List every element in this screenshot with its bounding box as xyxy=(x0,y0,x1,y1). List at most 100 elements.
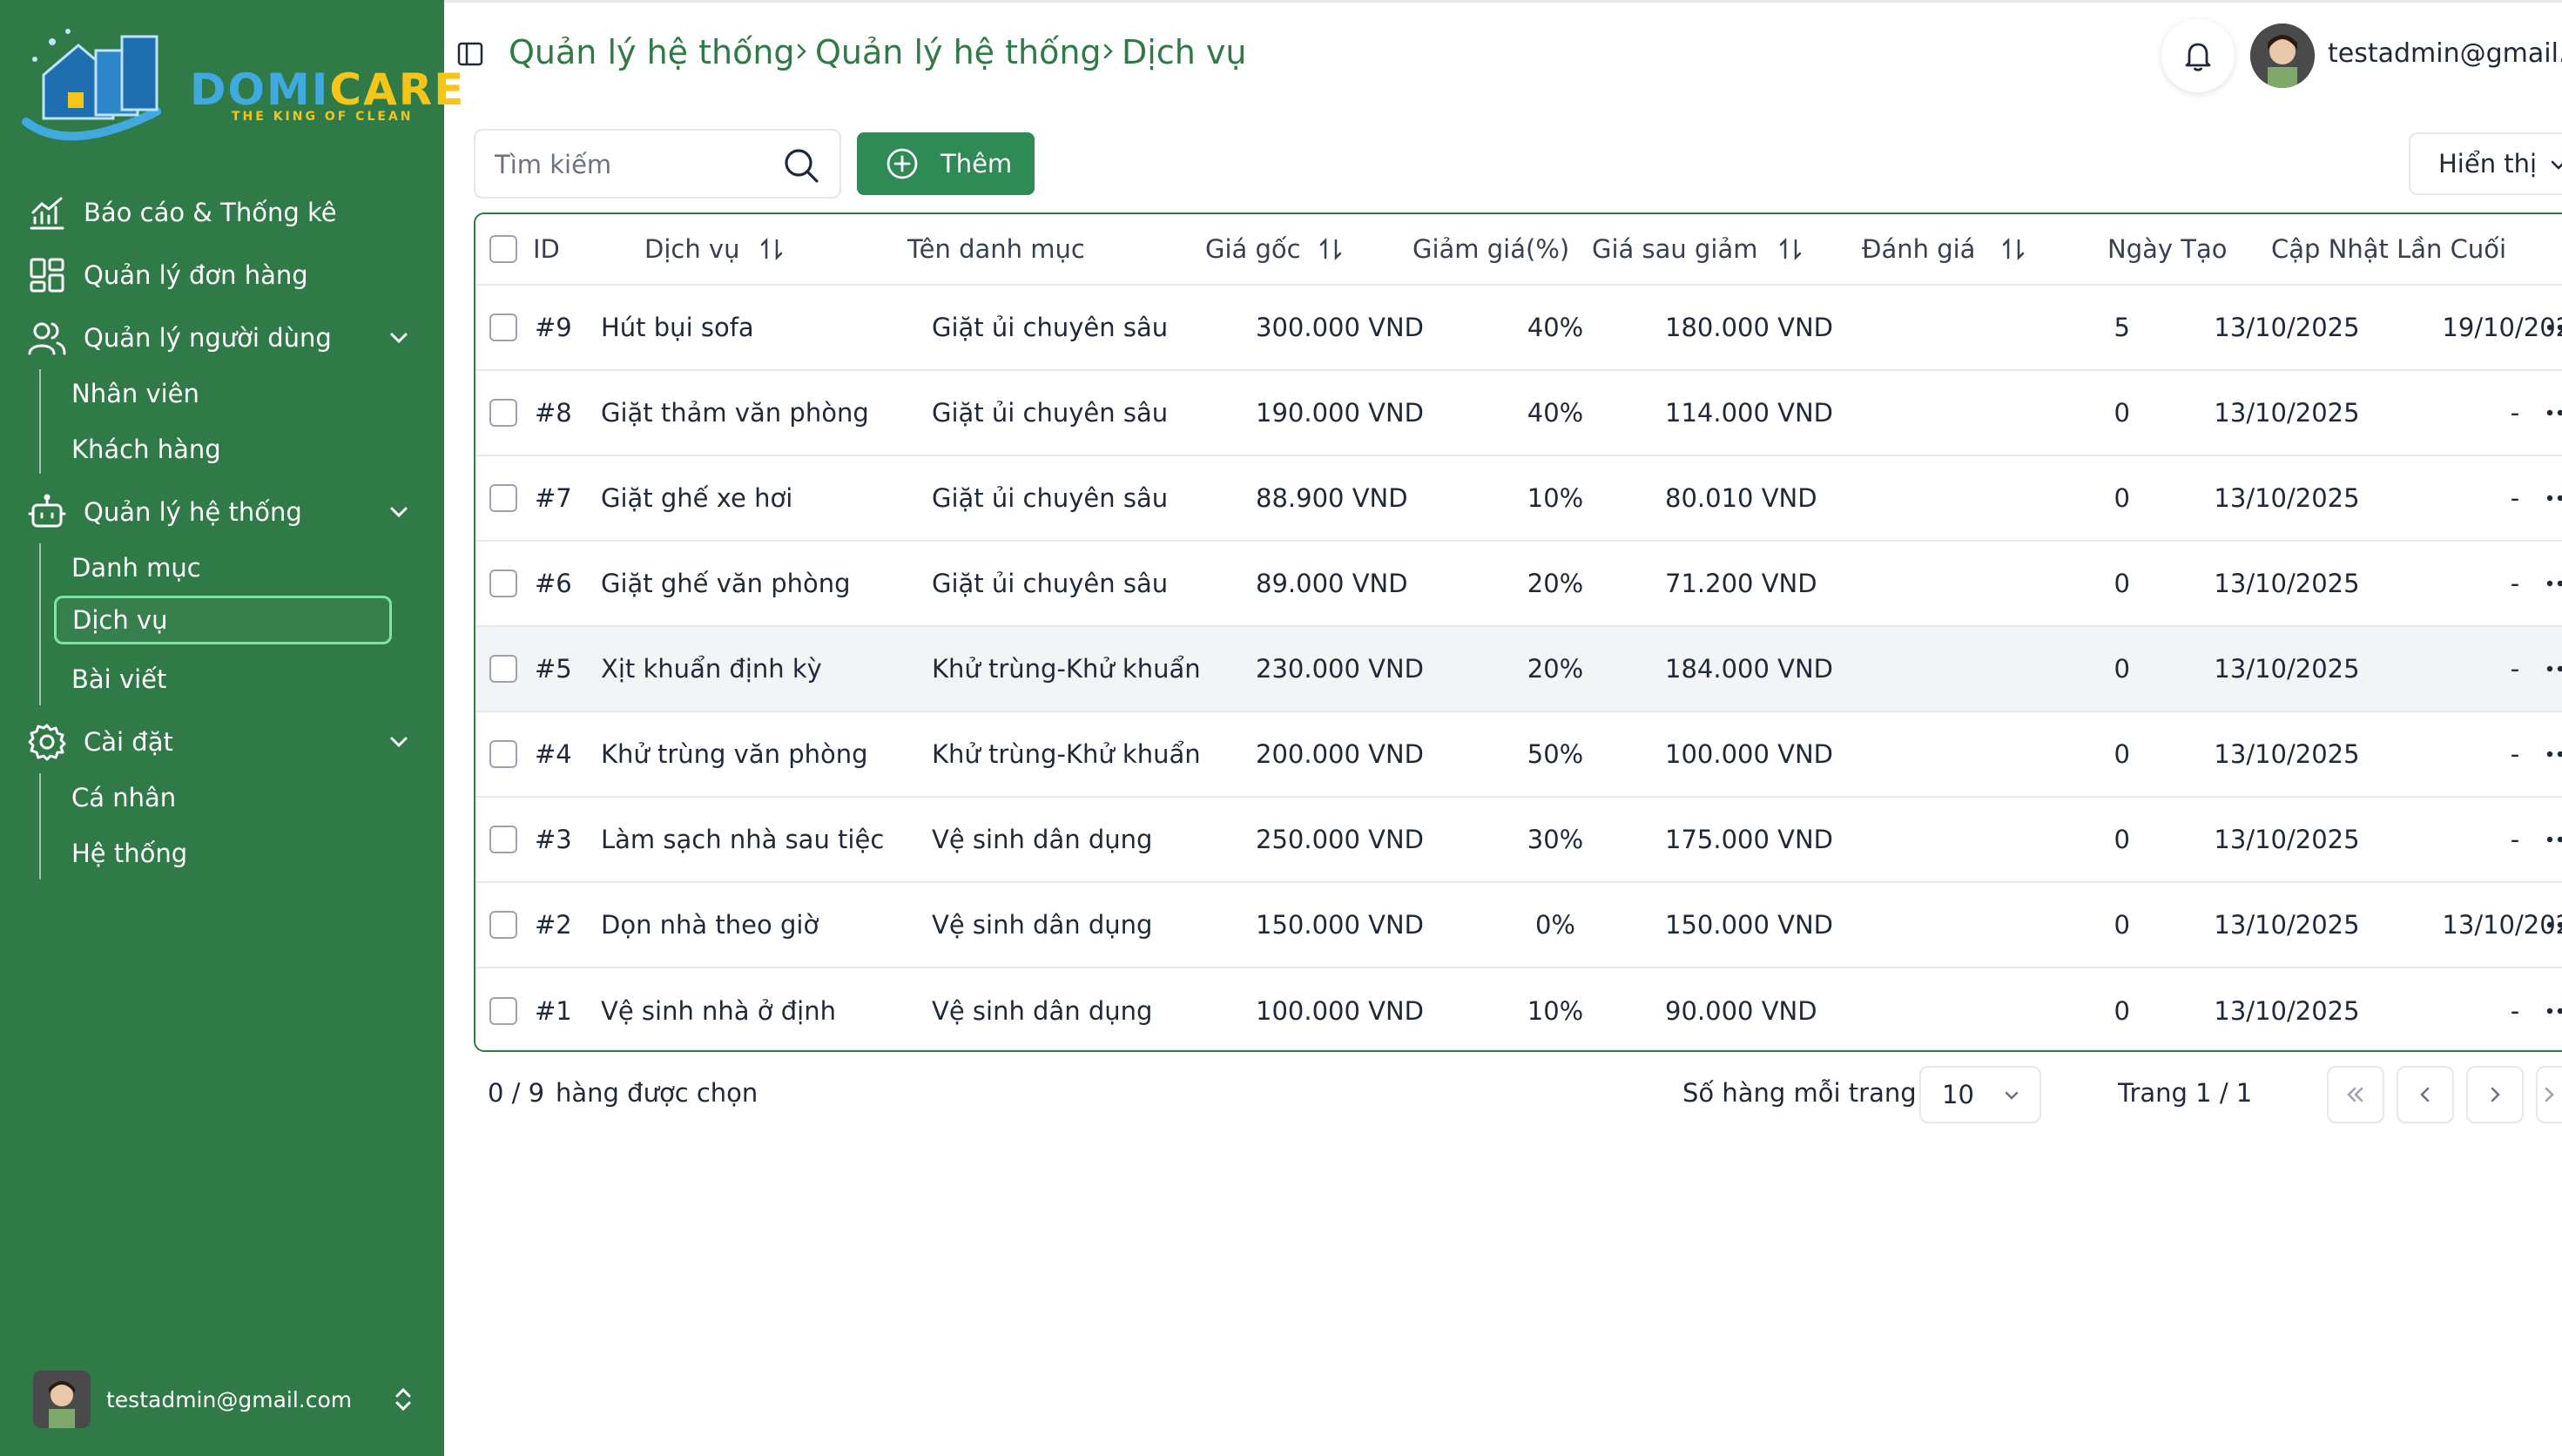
row-original-price: 250.000 VND xyxy=(1256,825,1425,854)
more-icon[interactable] xyxy=(2545,749,2562,759)
row-updated-date: 13/10/2025 xyxy=(2442,910,2562,940)
row-checkbox[interactable] xyxy=(489,570,517,597)
sidebar-toggle-icon[interactable] xyxy=(456,40,484,68)
row-checkbox[interactable] xyxy=(489,911,517,939)
sidebar-user[interactable]: testadmin@gmail.com xyxy=(33,1371,425,1428)
page-indicator: Trang 1 / 1 xyxy=(2118,1078,2253,1108)
row-original-price: 89.000 VND xyxy=(1256,569,1408,598)
column-header-updated: Cập Nhật Lần Cuối xyxy=(2271,234,2507,264)
brand-logo[interactable]: DOMICARE THE KING OF CLEAN xyxy=(17,24,463,155)
column-header-original-price[interactable]: Giá gốc xyxy=(1205,234,1301,264)
prev-page-button[interactable] xyxy=(2397,1066,2454,1123)
nav-system-label: Quản lý hệ thống xyxy=(84,497,302,527)
users-icon xyxy=(28,322,66,355)
row-category: Giặt ủi chuyên sâu xyxy=(932,313,1169,342)
nav-users[interactable]: Quản lý người dùng xyxy=(28,312,411,364)
row-checkbox[interactable] xyxy=(489,826,517,853)
column-header-service[interactable]: Dịch vụ xyxy=(644,234,739,264)
sort-icon[interactable] xyxy=(758,235,785,263)
last-page-button[interactable] xyxy=(2536,1066,2562,1123)
chevrons-up-down-icon[interactable] xyxy=(388,1385,418,1414)
column-header-discount: Giảm giá(%) xyxy=(1412,234,1570,264)
sort-icon[interactable] xyxy=(1777,235,1804,263)
table-row[interactable]: #8 Giặt thảm văn phòng Giặt ủi chuyên sâu 1… xyxy=(475,371,2562,456)
row-checkbox[interactable] xyxy=(489,399,517,427)
nav-orders[interactable]: Quản lý đơn hàng xyxy=(28,249,308,301)
row-final-price: 180.000 VND xyxy=(1665,313,1834,342)
column-header-rating[interactable]: Đánh giá xyxy=(1862,234,1975,264)
add-button-label: Thêm xyxy=(941,149,1013,179)
nav-articles[interactable]: Bài viết xyxy=(71,655,166,704)
row-checkbox[interactable] xyxy=(489,997,517,1025)
row-discount: 40% xyxy=(1527,313,1584,342)
avatar[interactable] xyxy=(2250,24,2315,88)
table-row[interactable]: #4 Khử trùng văn phòng Khử trùng-Khử khuẩn… xyxy=(475,712,2562,798)
row-final-price: 114.000 VND xyxy=(1665,398,1834,428)
rows-per-page-select[interactable]: 10 xyxy=(1919,1066,2041,1123)
table-row[interactable]: #2 Dọn nhà theo giờ Vệ sinh dân dụng 150.00… xyxy=(475,883,2562,968)
table-row[interactable]: #3 Làm sạch nhà sau tiệc Vệ sinh dân dụng 2… xyxy=(475,798,2562,883)
more-icon[interactable] xyxy=(2545,493,2562,503)
select-all-checkbox[interactable] xyxy=(489,235,517,263)
sort-icon[interactable] xyxy=(1317,235,1345,263)
nav-categories[interactable]: Danh mục xyxy=(71,543,201,592)
search-input[interactable] xyxy=(495,146,773,183)
search-box xyxy=(474,129,841,199)
grid-icon xyxy=(30,258,64,293)
more-icon[interactable] xyxy=(2545,920,2562,930)
row-discount: 40% xyxy=(1527,398,1584,428)
row-service-name: Khử trùng văn phòng xyxy=(601,739,868,769)
row-created-date: 13/10/2025 xyxy=(2214,739,2360,769)
row-id: #6 xyxy=(535,569,572,598)
more-icon[interactable] xyxy=(2545,408,2562,418)
row-service-name: Giặt thảm văn phòng xyxy=(601,398,869,428)
add-button[interactable]: Thêm xyxy=(857,132,1035,195)
nav-reports[interactable]: Báo cáo & Thống kê xyxy=(28,186,337,239)
display-columns-button[interactable]: Hiển thị xyxy=(2409,132,2562,195)
nav-employees[interactable]: Nhân viên xyxy=(71,369,199,418)
row-created-date: 13/10/2025 xyxy=(2214,313,2360,342)
next-page-button[interactable] xyxy=(2466,1066,2524,1123)
chevron-right-icon xyxy=(797,44,806,59)
gear-icon xyxy=(28,724,66,761)
column-header-final-price[interactable]: Giá sau giảm xyxy=(1592,234,1757,264)
bell-icon xyxy=(2185,43,2211,71)
nav-services[interactable]: Dịch vụ xyxy=(54,596,392,644)
nav-system[interactable]: Quản lý hệ thống xyxy=(28,486,411,538)
nav-settings-label: Cài đặt xyxy=(84,727,173,757)
row-category: Khử trùng-Khử khuẩn xyxy=(932,739,1201,769)
row-checkbox[interactable] xyxy=(489,313,517,341)
first-page-button[interactable] xyxy=(2327,1066,2384,1123)
more-icon[interactable] xyxy=(2545,322,2562,333)
row-created-date: 13/10/2025 xyxy=(2214,910,2360,940)
house-logo-icon xyxy=(22,29,161,141)
search-icon[interactable] xyxy=(782,146,820,185)
submenu-line xyxy=(39,369,41,474)
header-user-email[interactable]: testadmin@gmail.com xyxy=(2328,38,2562,69)
table-row[interactable]: #7 Giặt ghế xe hơi Giặt ủi chuyên sâu 88.90… xyxy=(475,456,2562,542)
chevron-down-icon[interactable] xyxy=(385,728,413,756)
more-icon[interactable] xyxy=(2545,1006,2562,1016)
nav-system-settings[interactable]: Hệ thống xyxy=(71,829,187,878)
rows-per-page-value: 10 xyxy=(1942,1080,1974,1109)
table-row[interactable]: #6 Giặt ghế văn phòng Giặt ủi chuyên sâu 89… xyxy=(475,542,2562,627)
row-checkbox[interactable] xyxy=(489,740,517,768)
table-row[interactable]: #5 Xịt khuẩn định kỳ Khử trùng-Khử khuẩn 23… xyxy=(475,627,2562,712)
nav-settings[interactable]: Cài đặt xyxy=(28,716,411,768)
table-row[interactable]: #9 Hút bụi sofa Giặt ủi chuyên sâu 300.000 … xyxy=(475,286,2562,371)
breadcrumb-item[interactable]: Quản lý hệ thống xyxy=(815,33,1102,71)
breadcrumb-item[interactable]: Quản lý hệ thống xyxy=(509,33,795,71)
row-updated-date: - xyxy=(2510,739,2520,769)
more-icon[interactable] xyxy=(2545,578,2562,589)
row-checkbox[interactable] xyxy=(489,655,517,683)
notification-button[interactable] xyxy=(2161,19,2235,92)
chevron-down-icon[interactable] xyxy=(385,498,413,526)
more-icon[interactable] xyxy=(2545,834,2562,845)
table-row[interactable]: #1 Vệ sinh nhà ở định Vệ sinh dân dụng 100.… xyxy=(475,968,2562,1050)
nav-personal[interactable]: Cá nhân xyxy=(71,773,176,822)
sort-icon[interactable] xyxy=(1999,235,2027,263)
row-checkbox[interactable] xyxy=(489,484,517,512)
more-icon[interactable] xyxy=(2545,664,2562,674)
chevron-down-icon[interactable] xyxy=(385,324,413,352)
nav-customers[interactable]: Khách hàng xyxy=(71,425,221,474)
